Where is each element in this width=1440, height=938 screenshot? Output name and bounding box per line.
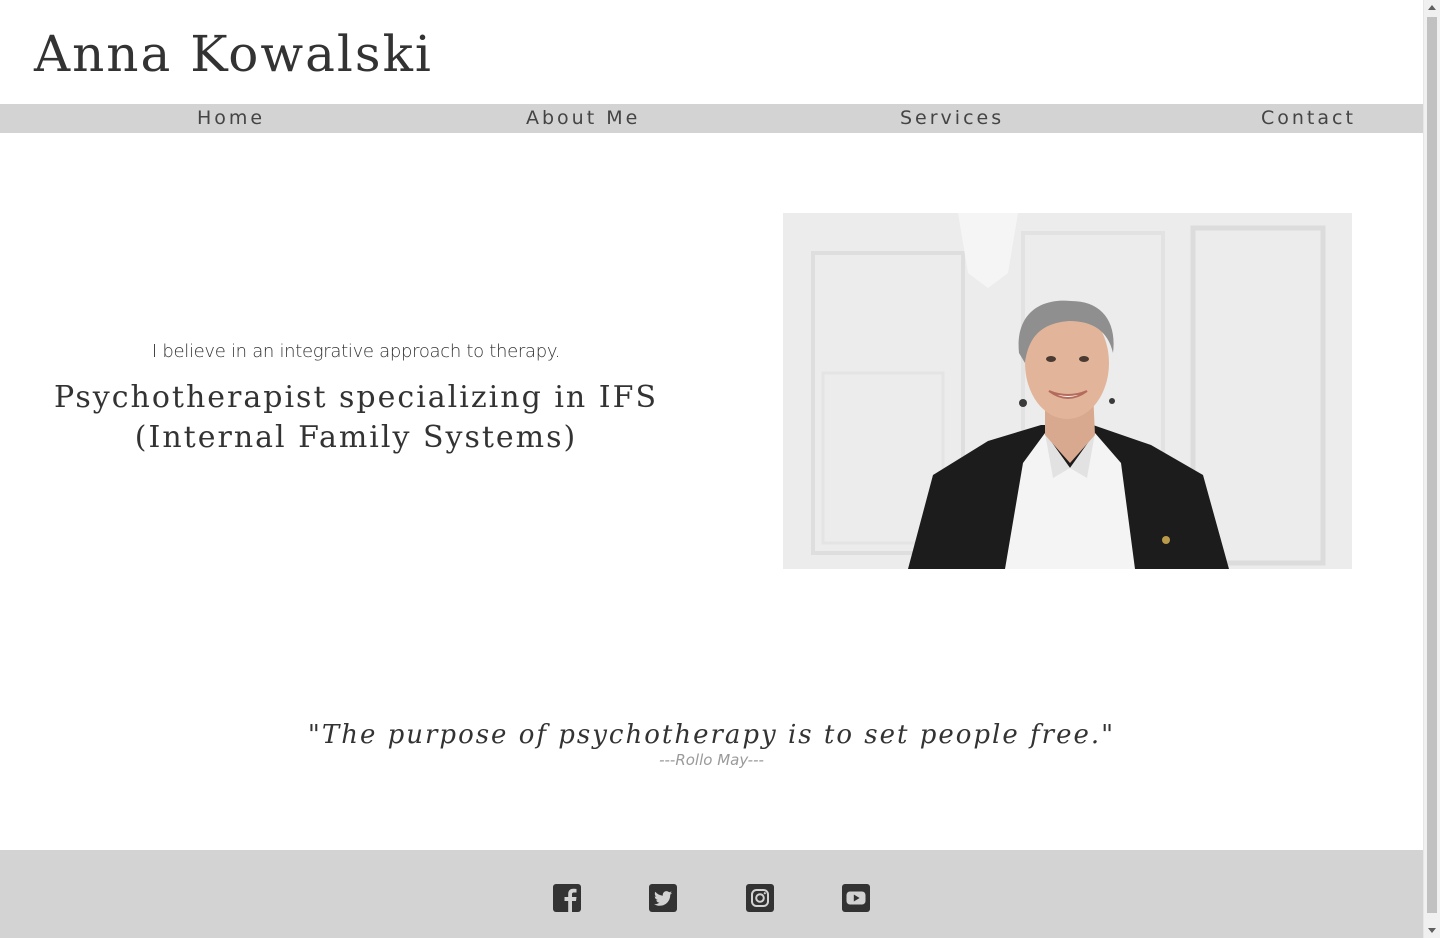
hero-tagline: I believe in an integrative approach to … bbox=[151, 341, 561, 362]
scrollbar-thumb[interactable] bbox=[1427, 17, 1437, 913]
scroll-up-arrow-icon[interactable] bbox=[1428, 5, 1436, 10]
instagram-link[interactable] bbox=[745, 883, 775, 913]
scroll-down-arrow-icon[interactable] bbox=[1428, 928, 1436, 933]
quote-block: "The purpose of psychotherapy is to set … bbox=[0, 716, 1423, 770]
nav-item-about-me[interactable]: About Me bbox=[526, 104, 640, 133]
nav-item-services[interactable]: Services bbox=[900, 104, 1004, 133]
site-title: Anna Kowalski bbox=[34, 25, 433, 83]
quote-author: ---Rollo May--- bbox=[659, 751, 764, 769]
nav-item-home[interactable]: Home bbox=[197, 104, 265, 133]
youtube-link[interactable] bbox=[841, 883, 871, 913]
quote-text: "The purpose of psychotherapy is to set … bbox=[307, 720, 1116, 750]
page: Anna Kowalski Home About Me Services Con… bbox=[0, 0, 1423, 938]
twitter-icon bbox=[648, 883, 678, 913]
instagram-icon bbox=[745, 883, 775, 913]
nav-item-contact[interactable]: Contact bbox=[1261, 104, 1356, 133]
main-nav: Home About Me Services Contact bbox=[0, 104, 1423, 133]
youtube-icon bbox=[841, 883, 871, 913]
facebook-icon bbox=[552, 883, 582, 913]
twitter-link[interactable] bbox=[648, 883, 678, 913]
facebook-link[interactable] bbox=[552, 883, 582, 913]
vertical-scrollbar[interactable] bbox=[1423, 0, 1440, 938]
hero-text: I believe in an integrative approach to … bbox=[0, 338, 712, 458]
hero-heading: Psychotherapist specializing in IFS (Int… bbox=[53, 380, 658, 455]
portrait-photo bbox=[783, 213, 1352, 569]
footer bbox=[0, 850, 1423, 938]
